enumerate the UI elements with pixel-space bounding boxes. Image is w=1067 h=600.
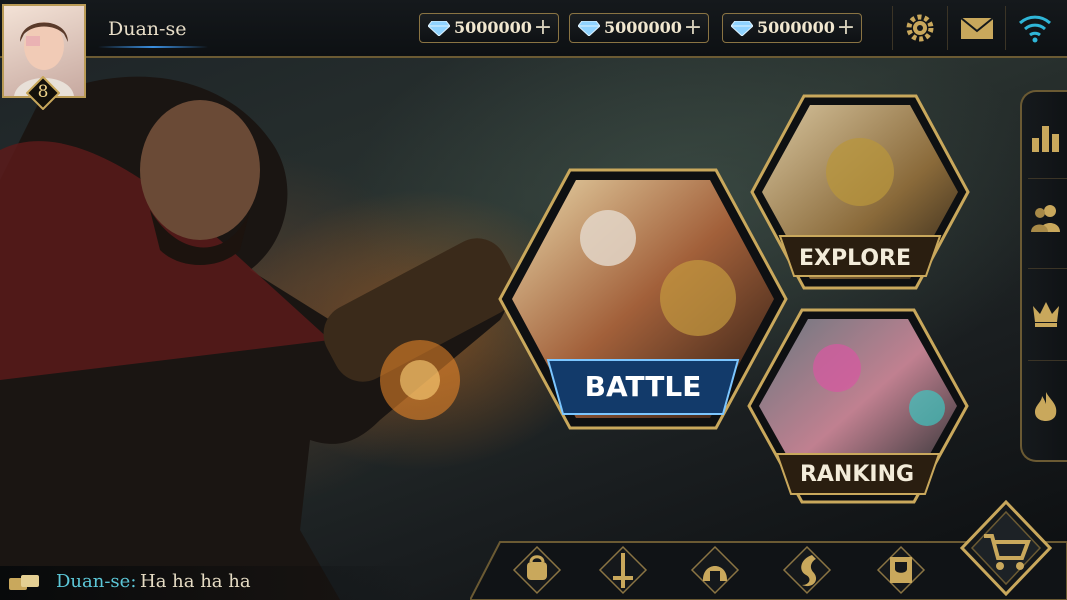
chat-bar[interactable]: Duan-se: Ha ha ha ha xyxy=(0,566,420,600)
flame-icon[interactable] xyxy=(1030,390,1062,422)
add-currency-button-3[interactable]: + xyxy=(833,16,859,40)
settings-gear-icon[interactable] xyxy=(899,8,941,48)
player-level-badge: 8 xyxy=(25,75,61,111)
currency-chip-2: 5000000 + xyxy=(569,13,709,43)
shop-cart-button[interactable] xyxy=(960,500,1052,596)
top-separator xyxy=(947,6,948,50)
name-underline xyxy=(98,46,208,48)
chat-sender: Duan-se: xyxy=(56,571,137,592)
add-currency-button-1[interactable]: + xyxy=(530,16,556,40)
friends-icon[interactable] xyxy=(1030,202,1062,234)
currency-chip-3: 5000000 + xyxy=(722,13,862,43)
side-divider xyxy=(1028,268,1067,269)
side-divider xyxy=(1028,178,1067,179)
chat-bubble-icon[interactable] xyxy=(8,574,40,594)
chat-message: Ha ha ha ha xyxy=(140,571,251,592)
diamond-icon xyxy=(428,21,450,36)
add-currency-button-2[interactable]: + xyxy=(680,16,706,40)
ranking-label: RANKING xyxy=(799,462,915,487)
crown-icon[interactable] xyxy=(1030,296,1062,328)
side-divider xyxy=(1028,360,1067,361)
wifi-icon xyxy=(1018,15,1052,43)
player-level: 8 xyxy=(37,82,49,102)
currency-amount-2: 5000000 xyxy=(604,18,682,37)
battle-label: BATTLE xyxy=(584,370,702,403)
top-separator xyxy=(892,6,893,50)
dragon-icon[interactable] xyxy=(782,545,832,595)
side-menu-panel xyxy=(1020,90,1067,462)
diamond-icon xyxy=(578,21,600,36)
currency-amount-3: 5000000 xyxy=(757,18,835,37)
mail-icon[interactable] xyxy=(956,8,998,48)
trophy-book-icon[interactable] xyxy=(876,545,926,595)
helmet-icon[interactable] xyxy=(690,545,740,595)
currency-chip-1: 5000000 + xyxy=(419,13,559,43)
top-separator xyxy=(1005,6,1006,50)
explore-label: EXPLORE xyxy=(798,246,912,271)
hero-artwork xyxy=(0,76,517,600)
backpack-icon[interactable] xyxy=(512,545,562,595)
sword-icon[interactable] xyxy=(598,545,648,595)
currency-amount-1: 5000000 xyxy=(454,18,532,37)
diamond-icon xyxy=(731,21,753,36)
player-name: Duan-se xyxy=(108,18,187,40)
leaderboard-bars-icon[interactable] xyxy=(1030,122,1062,154)
